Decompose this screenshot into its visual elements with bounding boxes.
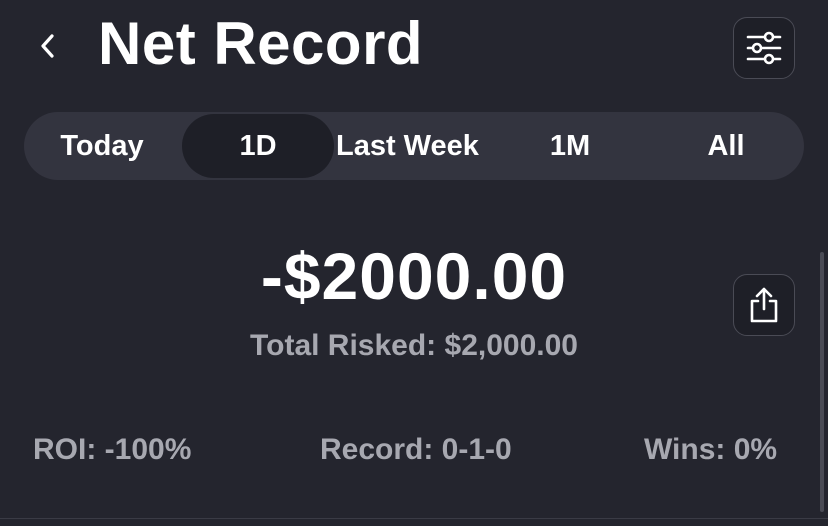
page-title: Net Record	[98, 10, 424, 77]
total-risked: Total Risked: $2,000.00	[250, 329, 578, 362]
back-button[interactable]	[30, 28, 66, 64]
wins-stat: Wins: 0%	[644, 433, 778, 466]
tab-all[interactable]: All	[648, 114, 804, 178]
divider	[0, 518, 828, 519]
share-button[interactable]	[733, 274, 795, 336]
scrollbar[interactable]	[820, 252, 824, 512]
share-icon	[750, 287, 778, 323]
tab-1d[interactable]: 1D	[182, 114, 334, 178]
tab-last-week[interactable]: Last Week	[336, 114, 492, 178]
sliders-icon	[746, 31, 782, 65]
tab-today[interactable]: Today	[24, 114, 180, 178]
header: Net Record	[0, 0, 828, 100]
chevron-left-icon	[41, 34, 54, 58]
net-amount: -$2000.00	[260, 239, 568, 313]
filter-button[interactable]	[733, 17, 795, 79]
record-stat: Record: 0-1-0	[320, 433, 512, 466]
time-range-segmented-control: Today 1D Last Week 1M All	[24, 112, 804, 180]
roi-stat: ROI: -100%	[33, 433, 192, 466]
tab-1m[interactable]: 1M	[492, 114, 648, 178]
